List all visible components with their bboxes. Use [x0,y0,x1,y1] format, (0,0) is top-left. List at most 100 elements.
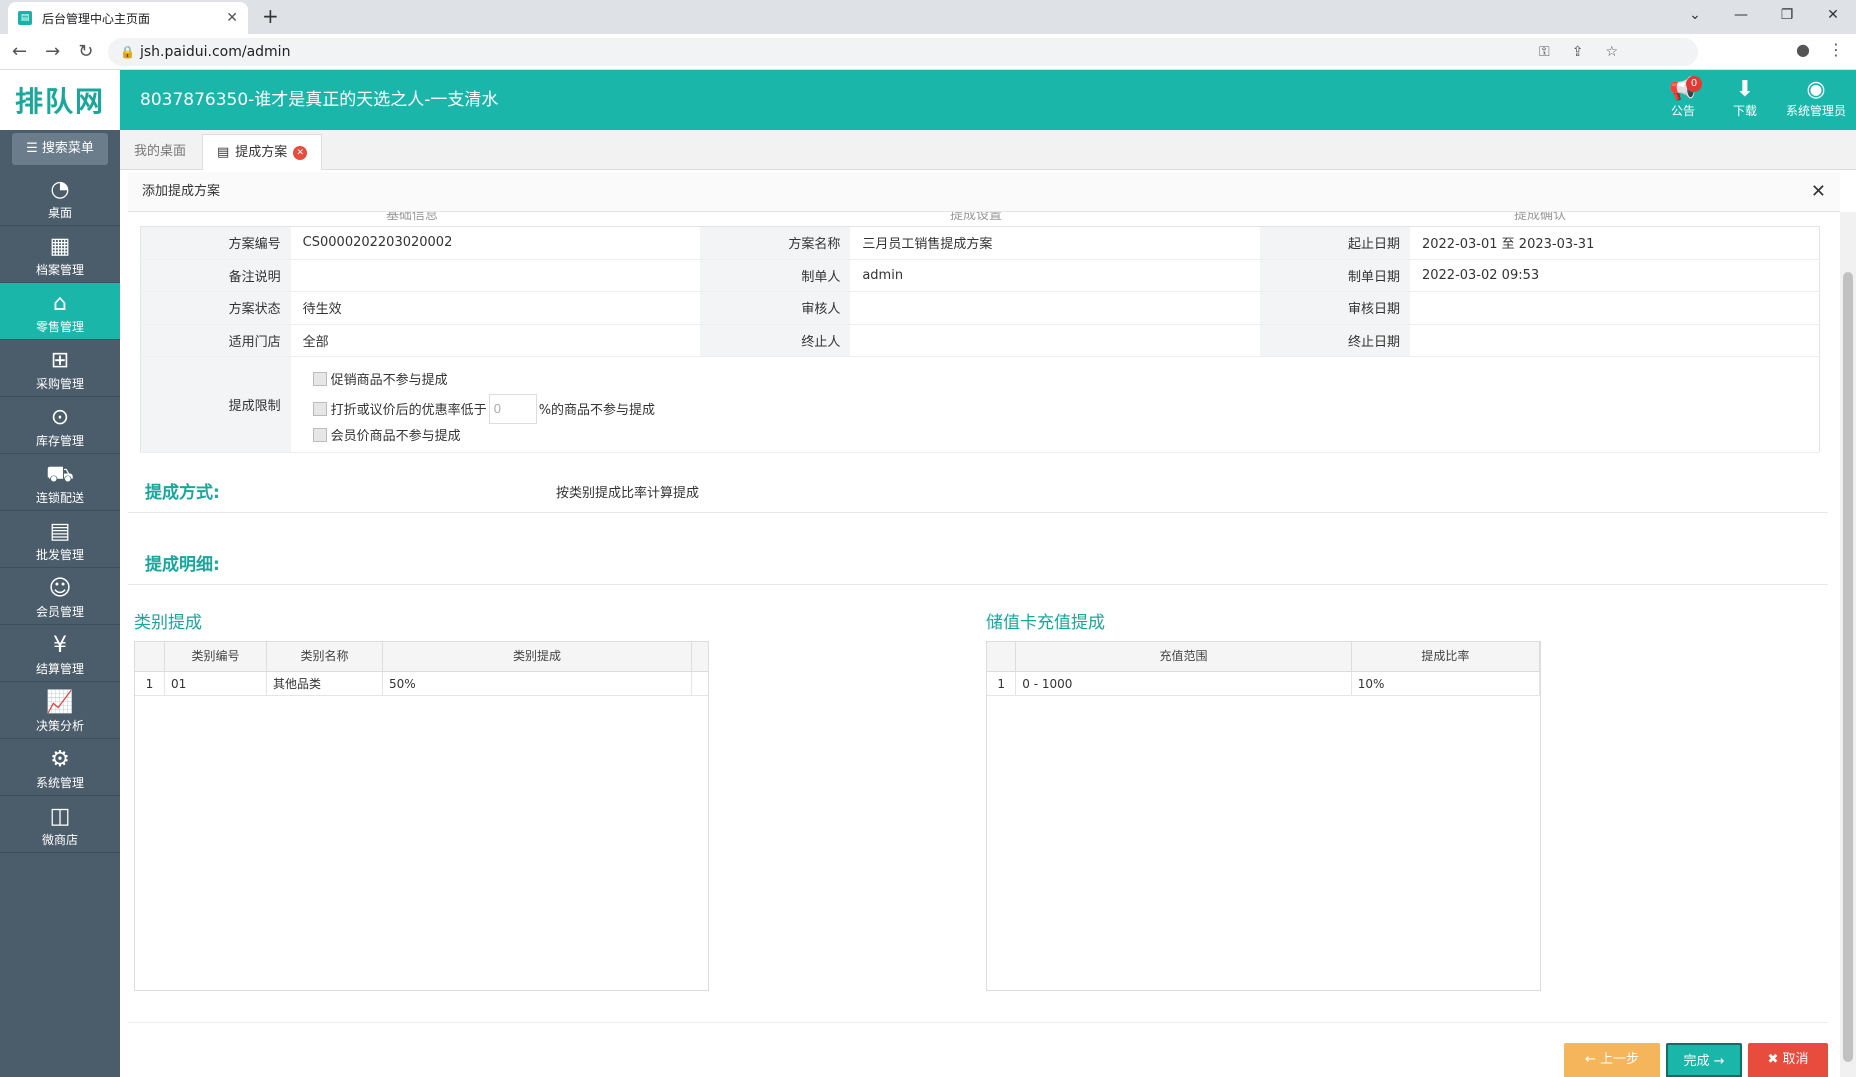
user-label: 系统管理员 [1785,104,1846,118]
detail-title: 提成明细: [145,555,220,575]
sidebar-item-8[interactable]: ¥ 结算管理 [0,625,120,682]
limit-label: 提成限制 [140,356,291,453]
sidebar-item-4[interactable]: ⊙ 库存管理 [0,397,120,454]
notice-badge: 0 [1686,76,1702,92]
key-icon[interactable]: ⚿ [1539,38,1550,66]
sidebar-item-11[interactable]: ◫ 微商店 [0,796,120,853]
category-row-name: 其他品类 [267,672,383,695]
category-col-index [135,642,165,671]
category-grid-header: 类别编号 类别名称 类别提成 [135,642,708,672]
sidebar-item-5[interactable]: ⛟ 连锁配送 [0,454,120,511]
sidebar-item-label: 微商店 [41,833,78,847]
truck-icon: ⛟ [46,462,74,487]
logo: 排队网 [0,70,120,130]
menu-icon[interactable]: ⋮ [1828,40,1844,59]
user-menu[interactable]: ◉ 系统管理员 [1776,70,1856,130]
restore-icon[interactable]: ❐ [1764,0,1810,34]
limit-option-discount[interactable]: 打折或议价后的优惠率低于 %的商品不参与提成 [312,393,1819,424]
search-menu-icon: ☰ [26,141,38,156]
prev-button[interactable]: ← 上一步 [1564,1043,1660,1077]
member-icon: ☺ [48,576,72,601]
checkbox-promo[interactable] [312,371,327,386]
tab-commission[interactable]: ▤ 提成方案 ✕ [202,134,323,170]
store-value: 全部 [290,324,701,357]
search-menu-button[interactable]: ☰ 搜索菜单 [12,133,108,165]
scheme-info-table: 方案编号 CS0000202203020002 方案名称 三月员工销售提成方案 … [140,226,1820,453]
sidebar-item-label: 桌面 [47,206,72,220]
chart-icon: 📈 [46,690,74,715]
shop-icon: ◫ [49,804,71,829]
prev-button-label: 上一步 [1600,1052,1640,1067]
star-icon[interactable]: ☆ [1605,38,1618,66]
sidebar-item-0[interactable]: ◔ 桌面 [0,169,120,226]
footer-divider [128,1022,1828,1023]
card-col-rate: 提成比率 [1352,642,1540,671]
window-close-icon[interactable]: ✕ [1810,0,1856,34]
browser-tab-title: 后台管理中心主页面 [42,11,151,26]
create-date-label: 制单日期 [1259,259,1410,292]
browser-tab[interactable]: ▤ 后台管理中心主页面 ✕ [8,2,248,34]
cancel-button-label: 取消 [1782,1052,1809,1067]
tab-close-icon[interactable]: ✕ [293,145,308,160]
notice-label: 公告 [1670,104,1695,118]
sidebar-item-7[interactable]: ☺ 会员管理 [0,568,120,625]
checkbox-member[interactable] [312,427,327,442]
reload-icon[interactable]: ↻ [78,41,93,62]
sidebar-item-1[interactable]: ▦ 档案管理 [0,226,120,283]
notice-button[interactable]: 📢 0 公告 [1652,70,1714,130]
megaphone-icon: 📢 [1669,77,1697,102]
category-col-code: 类别编号 [165,642,267,671]
new-tab-icon[interactable]: + [262,4,279,28]
dialog-header: 添加提成方案 ✕ [128,172,1840,212]
scrollbar[interactable] [1840,212,1856,1077]
dialog-close-icon[interactable]: ✕ [1811,172,1826,212]
profile-icon[interactable]: ● [1796,40,1810,59]
minimize-icon[interactable]: — [1718,0,1764,34]
card-grid-title: 储值卡充值提成 [986,613,1105,633]
sidebar-item-2[interactable]: ⌂ 零售管理 [0,283,120,340]
url-field[interactable]: 🔒 jsh.paidui.com/admin ⚿ ⇪ ☆ [108,38,1698,66]
limit-option-promo[interactable]: 促销商品不参与提成 [312,364,1819,394]
discount-rate-input[interactable] [488,393,537,424]
remark-label: 备注说明 [140,259,291,292]
card-col-index [987,642,1017,671]
category-col-rate: 类别提成 [383,642,692,671]
card-grid-header: 充值范围 提成比率 [987,642,1540,672]
limit-option-member[interactable]: 会员价商品不参与提成 [312,424,1819,446]
sidebar-item-6[interactable]: ▤ 批发管理 [0,511,120,568]
browser-tab-bar: ▤ 后台管理中心主页面 ✕ + ⌄ — ❐ ✕ [0,0,1856,34]
lock-icon: 🔒 [120,45,135,59]
sidebar-item-9[interactable]: 📈 决策分析 [0,682,120,739]
sidebar-item-3[interactable]: ⊞ 采购管理 [0,340,120,397]
tab-home[interactable]: 我的桌面 [120,134,200,170]
checkbox-discount[interactable] [312,401,327,416]
category-grid-title: 类别提成 [134,613,202,633]
table-row[interactable]: 1 0 - 1000 10% [987,672,1540,696]
tab-search-icon[interactable]: ⌄ [1672,0,1718,34]
cancel-button[interactable]: ✖ 取消 [1748,1043,1828,1077]
category-row-code: 01 [165,672,267,695]
tab-home-label: 我的桌面 [134,144,187,159]
done-button[interactable]: 完成 → [1666,1043,1742,1077]
end-date-label: 终止日期 [1259,324,1410,357]
share-icon[interactable]: ⇪ [1572,38,1584,66]
sidebar-item-10[interactable]: ⚙ 系统管理 [0,739,120,796]
category-grid: 类别编号 类别名称 类别提成 1 01 其他品类 50% [134,641,709,991]
store-label: 适用门店 [140,324,291,357]
category-col-name: 类别名称 [267,642,383,671]
step-3: 提成确认 [1514,212,1567,223]
method-value: 按类别提成比率计算提成 [556,486,700,501]
creator-label: 制单人 [700,259,851,292]
download-button[interactable]: ⬇ 下载 [1714,70,1776,130]
scrollbar-thumb[interactable] [1843,272,1853,1062]
table-row[interactable]: 1 01 其他品类 50% [135,672,708,696]
download-icon: ⬇ [1735,77,1755,102]
close-tab-icon[interactable]: ✕ [226,10,238,26]
sidebar-item-label: 决策分析 [35,719,84,733]
sidebar-item-label: 零售管理 [35,320,84,334]
limit-option-promo-label: 促销商品不参与提成 [330,373,448,388]
step-1: 基础信息 [386,212,439,223]
forward-icon[interactable]: → [45,41,60,62]
back-icon[interactable]: ← [12,41,27,62]
settle-icon: ¥ [53,633,67,658]
